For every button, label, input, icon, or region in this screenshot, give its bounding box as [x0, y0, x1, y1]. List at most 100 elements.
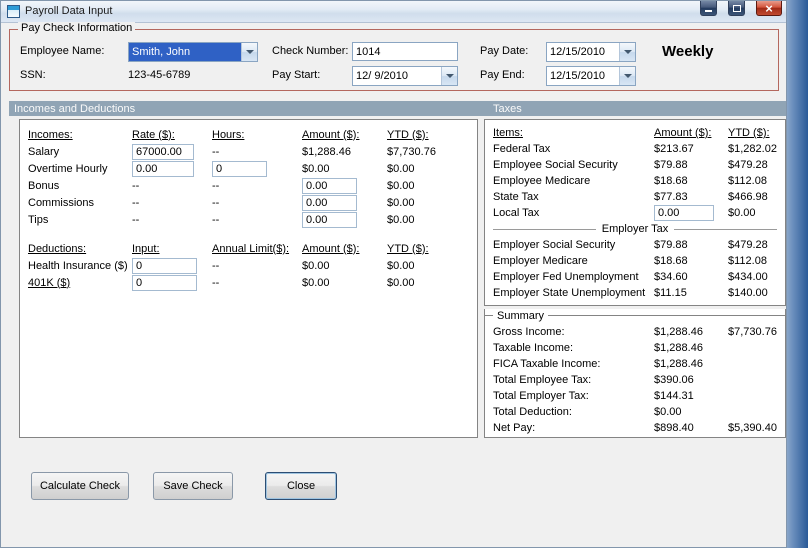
col-header-ytd: YTD ($): — [387, 242, 429, 255]
chevron-down-icon — [623, 50, 632, 54]
deductions-header-row: Deductions: Input: Annual Limit($): Amou… — [28, 240, 469, 257]
col-header-deductions: Deductions: — [28, 242, 87, 255]
col-header-ytd: YTD ($): — [728, 127, 770, 139]
pay-date-dropdown-button[interactable] — [619, 43, 635, 61]
tax-ytd: $112.08 — [728, 255, 767, 267]
overtime-rate-input[interactable] — [132, 160, 194, 177]
summary-label: FICA Taxable Income: — [493, 358, 601, 370]
client-area: Pay Check Information Employee Name: Smi… — [1, 22, 786, 548]
calculate-check-button[interactable]: Calculate Check — [31, 472, 129, 500]
col-header-ytd: YTD ($): — [387, 128, 429, 141]
minimize-icon — [705, 10, 712, 12]
pay-end-value[interactable]: 12/15/2010 — [547, 67, 619, 85]
close-icon: × — [765, 0, 773, 16]
health-insurance-input[interactable] — [132, 257, 197, 274]
employee-name-value[interactable]: Smith, John — [129, 43, 241, 61]
maximize-button[interactable] — [728, 1, 745, 16]
tax-name: Employer State Unemployment — [493, 287, 646, 299]
bonus-amount-input[interactable] — [302, 177, 357, 194]
health-ytd: $0.00 — [387, 259, 415, 272]
income-name: Tips — [28, 213, 49, 226]
summary-amount: $898.40 — [654, 422, 694, 434]
col-header-rate: Rate ($): — [132, 128, 175, 141]
tax-amount: $77.83 — [654, 191, 688, 203]
pay-date-value[interactable]: 12/15/2010 — [547, 43, 619, 61]
pay-date-picker[interactable]: 12/15/2010 — [546, 42, 636, 62]
commissions-rate: -- — [132, 196, 140, 209]
summary-caption-row: Summary — [485, 309, 785, 322]
pay-start-picker[interactable]: 12/ 9/2010 — [352, 66, 458, 86]
pay-end-dropdown-button[interactable] — [619, 67, 635, 85]
k401-ytd: $0.00 — [387, 276, 415, 289]
commissions-amount-input[interactable] — [302, 194, 357, 211]
tax-ytd: $479.28 — [728, 239, 768, 251]
income-name: Salary — [28, 145, 60, 158]
k401-amount: $0.00 — [302, 276, 330, 289]
pay-date-label: Pay Date: — [480, 45, 529, 57]
tax-amount: $213.67 — [654, 143, 694, 155]
tax-name: Federal Tax — [493, 143, 551, 155]
check-number-input[interactable] — [352, 42, 458, 61]
tax-row-employer-medicare: Employer Medicare $18.68 $112.08 — [493, 253, 777, 269]
local-tax-input[interactable] — [654, 205, 714, 221]
tax-amount: $79.88 — [654, 239, 688, 251]
tax-ytd: $1,282.02 — [728, 143, 777, 155]
col-header-amount: Amount ($): — [302, 128, 360, 141]
tax-name: Employer Fed Unemployment — [493, 271, 639, 283]
close-button[interactable]: Close — [265, 472, 337, 500]
tax-amount: $18.68 — [654, 255, 688, 267]
titlebar[interactable]: Payroll Data Input × — [1, 1, 786, 23]
chevron-down-icon — [245, 50, 254, 54]
paycheck-info-group-label: Pay Check Information — [18, 22, 136, 34]
save-check-button[interactable]: Save Check — [153, 472, 233, 500]
employee-name-combo[interactable]: Smith, John — [128, 42, 258, 62]
ssn-label: SSN: — [20, 69, 46, 81]
pay-start-dropdown-button[interactable] — [441, 67, 457, 85]
chevron-down-icon — [623, 74, 632, 78]
section-header-band: Incomes and Deductions Taxes — [9, 101, 786, 116]
tax-name: State Tax — [493, 191, 539, 203]
summary-label: Total Employee Tax: — [493, 374, 592, 386]
tax-row-federal: Federal Tax $213.67 $1,282.02 — [493, 141, 777, 157]
k401-annual-limit: -- — [212, 276, 220, 289]
window-close-button[interactable]: × — [756, 1, 782, 16]
check-number-label: Check Number: — [272, 45, 349, 57]
health-annual-limit: -- — [212, 259, 220, 272]
tax-name: Employer Medicare — [493, 255, 588, 267]
retirement-401k-link[interactable]: 401K ($) — [28, 277, 132, 289]
tax-row-employer-state-unemployment: Employer State Unemployment $11.15 $140.… — [493, 285, 777, 301]
summary-ytd: $5,390.40 — [728, 422, 777, 434]
summary-amount: $144.31 — [654, 390, 694, 402]
summary-row-fica: FICA Taxable Income: $1,288.46 — [493, 356, 777, 372]
tips-ytd: $0.00 — [387, 213, 415, 226]
deduction-name: Health Insurance ($) — [28, 259, 128, 272]
overtime-ytd: $0.00 — [387, 162, 415, 175]
tips-amount-input[interactable] — [302, 211, 357, 228]
summary-label: Gross Income: — [493, 326, 565, 338]
tax-name: Employee Social Security — [493, 159, 618, 171]
income-name: Commissions — [28, 196, 95, 209]
retirement-401k-input[interactable] — [132, 274, 197, 291]
pay-end-label: Pay End: — [480, 69, 525, 81]
summary-label: Total Deduction: — [493, 406, 572, 418]
overtime-hours-input[interactable] — [212, 160, 267, 177]
taxes-header-row: Items: Amount ($): YTD ($): — [493, 125, 777, 141]
chevron-down-icon — [445, 74, 454, 78]
bonus-hours: -- — [212, 179, 220, 192]
salary-hours: -- — [212, 145, 220, 158]
employee-name-dropdown-button[interactable] — [241, 43, 257, 61]
pay-end-picker[interactable]: 12/15/2010 — [546, 66, 636, 86]
tax-ytd: $0.00 — [728, 207, 756, 219]
separator-line — [493, 228, 596, 230]
income-row-tips: Tips -- -- $0.00 — [28, 211, 469, 228]
salary-rate-input[interactable] — [132, 143, 194, 160]
tax-row-employer-fed-unemployment: Employer Fed Unemployment $34.60 $434.00 — [493, 269, 777, 285]
separator-line — [485, 315, 493, 316]
summary-row-net-pay: Net Pay: $898.40 $5,390.40 — [493, 420, 777, 436]
employee-name-label: Employee Name: — [20, 45, 105, 57]
summary-caption: Summary — [497, 309, 545, 322]
maximize-icon — [732, 4, 741, 12]
col-header-items: Items: — [493, 127, 523, 139]
pay-start-value[interactable]: 12/ 9/2010 — [353, 67, 441, 85]
minimize-button[interactable] — [700, 1, 717, 16]
